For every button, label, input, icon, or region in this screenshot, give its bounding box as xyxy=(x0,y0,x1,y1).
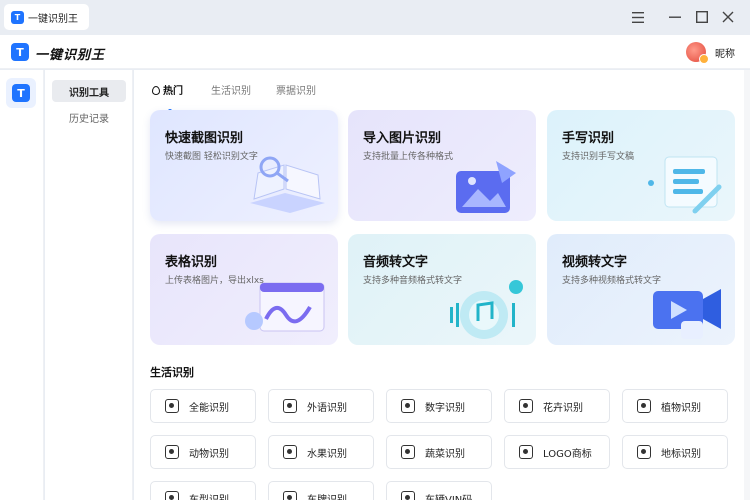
chip-label: 全能识别 xyxy=(189,402,229,414)
fruit-icon xyxy=(283,445,297,459)
number-scan-icon xyxy=(401,399,415,413)
animal-icon xyxy=(165,445,179,459)
tab-hot-label: 热门 xyxy=(163,86,183,97)
chip-label: 车型识别 xyxy=(189,494,229,500)
car-icon xyxy=(165,491,179,500)
chip-label: 动物识别 xyxy=(189,448,229,460)
chip-label: 数字识别 xyxy=(425,402,465,414)
user-nickname[interactable]: 昵称 xyxy=(715,45,735,60)
flower-icon xyxy=(519,399,533,413)
card-table[interactable]: 表格识别 上传表格图片，导出xlxs xyxy=(150,234,338,345)
maximize-icon[interactable] xyxy=(694,9,710,25)
app-logo-icon: T xyxy=(11,10,24,24)
chip-vin[interactable]: 车辆VIN码 xyxy=(386,481,492,500)
card-audio-to-text[interactable]: 音频转文字 支持多种音频格式转文字 xyxy=(348,234,536,345)
chip-foreign-language[interactable]: 外语识别 xyxy=(268,389,374,423)
card-title: 视频转文字 xyxy=(562,255,628,270)
vegetable-icon xyxy=(401,445,415,459)
chip-label: 车辆VIN码 xyxy=(425,494,473,500)
chip-car-model[interactable]: 车型识别 xyxy=(150,481,256,500)
card-handwriting[interactable]: 手写识别 支持识别手写文稿 xyxy=(547,110,735,221)
table-chart-icon xyxy=(240,277,332,341)
chip-fruit[interactable]: 水果识别 xyxy=(268,435,374,469)
menu-icon[interactable] xyxy=(630,9,646,25)
card-subtitle: 支持识别手写文稿 xyxy=(562,152,635,162)
chip-label: 蔬菜识别 xyxy=(425,448,465,460)
app-logo-icon: T xyxy=(12,84,30,102)
avatar[interactable] xyxy=(686,42,709,64)
tab-receipt[interactable]: 票据识别 xyxy=(276,82,316,97)
eye-scan-icon xyxy=(165,399,179,413)
chip-vegetable[interactable]: 蔬菜识别 xyxy=(386,435,492,469)
card-import-image[interactable]: 导入图片识别 支持批量上传各种格式 xyxy=(348,110,536,221)
video-play-icon xyxy=(637,277,729,341)
chip-landmark[interactable]: 地标识别 xyxy=(622,435,728,469)
life-section-title: 生活识别 xyxy=(150,366,194,379)
window-tab-title: 一键识别王 xyxy=(28,13,78,25)
chip-label: 水果识别 xyxy=(307,448,347,460)
book-magnifier-icon xyxy=(240,153,332,217)
card-title: 表格识别 xyxy=(165,255,218,270)
plant-icon xyxy=(637,399,651,413)
chip-label: 车牌识别 xyxy=(307,494,347,500)
chip-flower[interactable]: 花卉识别 xyxy=(504,389,610,423)
flame-icon xyxy=(152,86,160,95)
sub-sidebar: 识别工具 历史记录 xyxy=(45,70,133,500)
card-title: 导入图片识别 xyxy=(363,131,442,146)
chip-number[interactable]: 数字识别 xyxy=(386,389,492,423)
chip-animal[interactable]: 动物识别 xyxy=(150,435,256,469)
card-video-to-text[interactable]: 视频转文字 支持多种视频格式转文字 xyxy=(547,234,735,345)
chip-label: 地标识别 xyxy=(661,448,701,460)
sidebar-item-history[interactable]: 历史记录 xyxy=(52,106,126,128)
rail-recognize-tool-button[interactable]: T xyxy=(6,78,36,108)
landmark-icon xyxy=(637,445,651,459)
image-import-icon xyxy=(438,153,530,217)
app-header: T 一键识别王 昵称 xyxy=(0,35,750,69)
main-panel: 热门 生活识别 票据识别 快速截图识别 快速截图 轻松识别文字 导入图片识别 支… xyxy=(134,70,750,500)
abc-scan-icon xyxy=(283,399,297,413)
chip-license-plate[interactable]: 车牌识别 xyxy=(268,481,374,500)
handwriting-document-icon xyxy=(637,153,729,217)
scrollbar[interactable] xyxy=(744,70,750,500)
minimize-icon[interactable] xyxy=(667,9,683,25)
left-rail: T xyxy=(0,70,44,500)
title-bar: T 一键识别王 xyxy=(0,0,750,35)
app-logo-icon: T xyxy=(11,43,29,61)
card-quick-screenshot[interactable]: 快速截图识别 快速截图 轻松识别文字 xyxy=(150,110,338,221)
chip-label: 花卉识别 xyxy=(543,402,583,414)
license-plate-icon xyxy=(283,491,297,500)
close-icon[interactable] xyxy=(720,9,736,25)
tab-life[interactable]: 生活识别 xyxy=(211,82,251,97)
chip-all-recognize[interactable]: 全能识别 xyxy=(150,389,256,423)
chip-label: 外语识别 xyxy=(307,402,347,414)
audio-disc-icon xyxy=(438,277,530,341)
vin-icon xyxy=(401,491,415,500)
chip-logo-trademark[interactable]: LOGO商标 xyxy=(504,435,610,469)
window-tab[interactable]: T 一键识别王 xyxy=(4,4,89,30)
chip-label: LOGO商标 xyxy=(543,448,592,460)
tab-hot[interactable]: 热门 xyxy=(152,82,183,97)
card-title: 快速截图识别 xyxy=(165,131,244,146)
chip-plant[interactable]: 植物识别 xyxy=(622,389,728,423)
chip-label: 植物识别 xyxy=(661,402,701,414)
sidebar-item-tools[interactable]: 识别工具 xyxy=(52,80,126,102)
card-title: 音频转文字 xyxy=(363,255,429,270)
card-title: 手写识别 xyxy=(562,131,615,146)
app-title: 一键识别王 xyxy=(35,48,106,63)
logo-trademark-icon xyxy=(519,445,533,459)
